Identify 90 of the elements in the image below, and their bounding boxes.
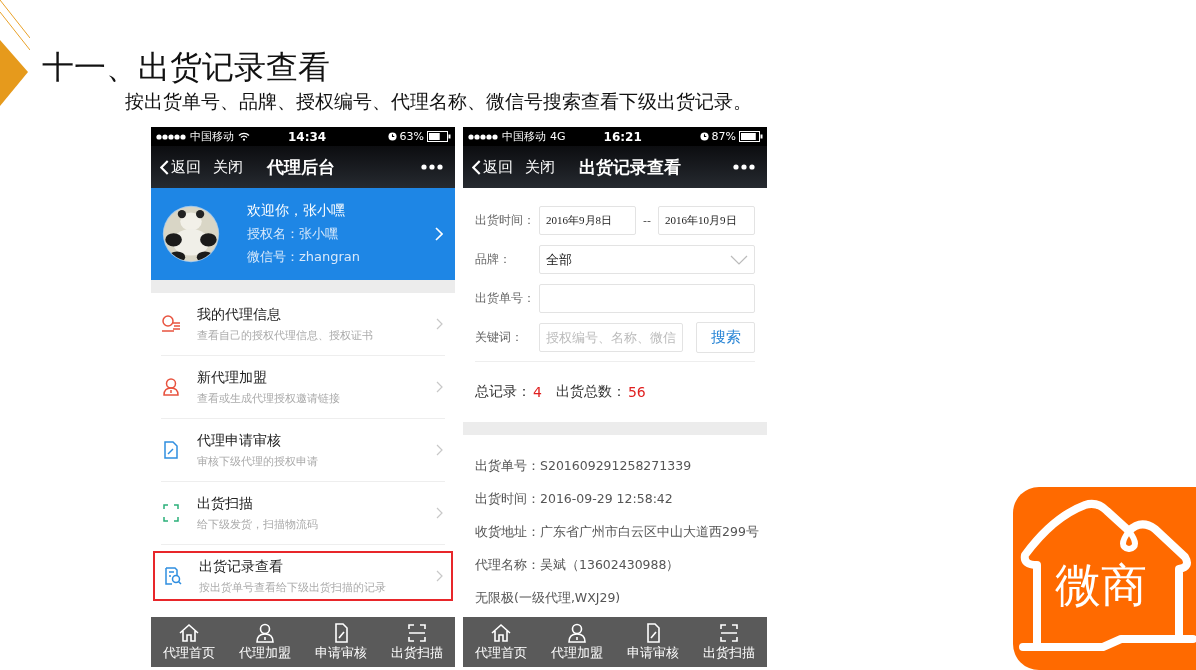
document-edit-icon	[161, 441, 181, 459]
battery-percent: 87%	[711, 130, 736, 143]
record-detail: 代理名称：吴斌（13602430988）	[475, 556, 681, 574]
scan-icon	[406, 622, 428, 643]
page-title: 代理后台	[267, 155, 335, 179]
menu-item-title: 新代理加盟	[197, 368, 268, 387]
person-icon	[254, 622, 276, 643]
range-separator: --	[642, 214, 652, 227]
search-button[interactable]: 搜索	[696, 322, 755, 353]
battery-percent: 63%	[399, 130, 424, 143]
chevron-right-icon	[436, 507, 443, 519]
brand-dropdown[interactable]: 全部	[539, 245, 755, 274]
record-detail: 出货单号：S201609291258271339	[475, 457, 693, 475]
carrier-name: 中国移动	[190, 129, 234, 144]
close-button[interactable]: 关闭	[525, 157, 555, 177]
tab-item[interactable]: 申请审核	[303, 617, 379, 667]
back-button[interactable]: 返回	[472, 157, 513, 177]
tab-item[interactable]: 出货扫描	[691, 617, 767, 667]
chevron-right-icon	[435, 227, 443, 241]
summary-label: 总记录：	[475, 383, 531, 401]
signal-icon	[156, 133, 186, 140]
menu-item[interactable]: 代理申请审核 审核下级代理的授权申请	[161, 419, 445, 482]
person-icon	[566, 622, 588, 643]
status-time: 16:21	[603, 129, 642, 144]
person-card-icon	[161, 315, 181, 333]
field-label: 出货时间：	[475, 212, 536, 229]
back-button[interactable]: 返回	[160, 157, 201, 177]
menu-item[interactable]: 我的代理信息 查看自己的授权代理信息、授权证书	[161, 293, 445, 356]
tab-item[interactable]: 代理首页	[151, 617, 227, 667]
menu-item[interactable]: 出货扫描 给下级发货，扫描物流码	[161, 482, 445, 545]
profile-banner[interactable]: 欢迎你，张小嘿 授权名：张小嘿 微信号：zhangran	[151, 188, 455, 280]
more-icon[interactable]	[733, 164, 755, 170]
order-number-field[interactable]	[539, 284, 755, 313]
menu-item-description: 查看或生成代理授权邀请链接	[197, 391, 340, 406]
welcome-text: 欢迎你，张小嘿	[247, 202, 346, 220]
menu-item-description: 按出货单号查看给下级出货扫描的记录	[199, 580, 386, 595]
alarm-icon	[699, 132, 709, 141]
network-type: 4G	[550, 130, 566, 143]
auth-name: 授权名：张小嘿	[247, 225, 339, 243]
menu-item-description: 审核下级代理的授权申请	[197, 454, 318, 469]
menu-item[interactable]: 出货记录查看 按出货单号查看给下级出货扫描的记录	[153, 551, 453, 601]
chevron-right-icon	[436, 570, 443, 582]
total-quantity: 56	[627, 384, 646, 400]
carrier-name: 中国移动	[502, 129, 546, 144]
alarm-icon	[387, 132, 397, 141]
menu-item-description: 给下级发货，扫描物流码	[197, 517, 318, 532]
chevron-right-icon	[436, 444, 443, 456]
wechat-id: 微信号：zhangran	[247, 248, 361, 266]
signal-icon	[468, 133, 498, 140]
tab-item[interactable]: 申请审核	[615, 617, 691, 667]
scan-icon	[718, 622, 740, 643]
keyword-field[interactable]: 授权编号、名称、微信	[539, 323, 683, 352]
menu-item-title: 出货记录查看	[199, 557, 284, 576]
home-icon	[490, 622, 512, 643]
record-detail: 出货时间：2016-09-29 12:58:42	[475, 490, 674, 508]
scan-icon	[161, 504, 181, 522]
record-detail: 无限极(一级代理,WXJ29)	[475, 589, 622, 607]
tab-item[interactable]: 代理首页	[463, 617, 539, 667]
battery-icon	[427, 131, 451, 142]
menu-item-title: 出货扫描	[197, 494, 254, 513]
summary-label: 出货总数：	[555, 383, 626, 401]
tab-item[interactable]: 代理加盟	[227, 617, 303, 667]
close-button[interactable]: 关闭	[213, 157, 243, 177]
chevron-right-icon	[436, 381, 443, 393]
status-time: 14:34	[288, 129, 327, 144]
menu-item-title: 我的代理信息	[197, 305, 282, 324]
total-records: 4	[533, 384, 542, 400]
tab-item[interactable]: 出货扫描	[379, 617, 455, 667]
date-field[interactable]: 2016年10月9日	[658, 206, 755, 235]
field-label: 出货单号：	[475, 290, 536, 307]
logo-text: 微商	[1055, 559, 1147, 611]
page-title: 出货记录查看	[579, 155, 681, 179]
chevron-left-icon	[160, 159, 169, 175]
chevron-right-icon	[436, 318, 443, 330]
field-label: 品牌：	[475, 251, 512, 268]
home-icon	[178, 622, 200, 643]
more-icon[interactable]	[421, 164, 443, 170]
date-field[interactable]: 2016年9月8日	[539, 206, 636, 235]
chevron-left-icon	[472, 159, 481, 175]
menu-item-title: 代理申请审核	[197, 431, 282, 450]
menu-item[interactable]: 新代理加盟 查看或生成代理授权邀请链接	[161, 356, 445, 419]
slide-subtitle: 按出货单号、品牌、授权编号、代理名称、微信号搜索查看下级出货记录。	[125, 90, 753, 114]
person-icon	[161, 378, 181, 396]
field-label: 关键词：	[475, 329, 524, 346]
document-search-icon	[163, 567, 183, 585]
menu-item-description: 查看自己的授权代理信息、授权证书	[197, 328, 373, 343]
chevron-down-icon	[730, 254, 748, 265]
slide-title: 十一、出货记录查看	[42, 49, 331, 85]
battery-icon	[739, 131, 763, 142]
tab-item[interactable]: 代理加盟	[539, 617, 615, 667]
